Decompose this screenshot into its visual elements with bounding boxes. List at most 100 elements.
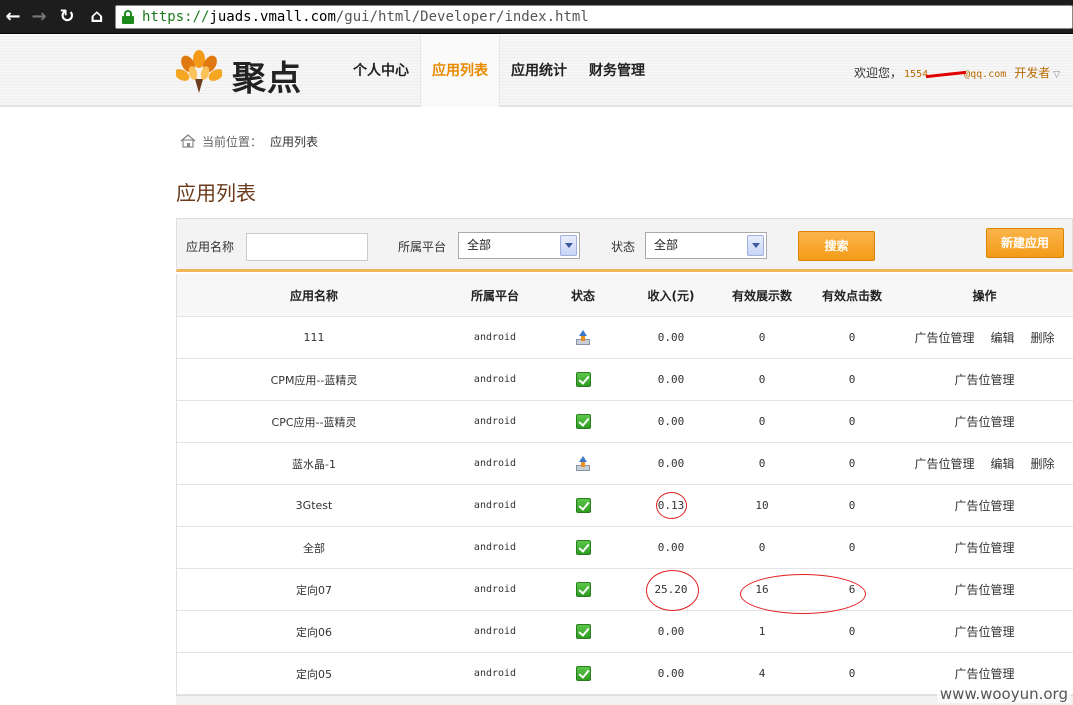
cell-impressions: 0 (758, 415, 766, 428)
cell-status (539, 485, 627, 526)
nav-item-app-list[interactable]: 应用列表 (420, 35, 500, 107)
address-bar[interactable]: https://juads.vmall.com/gui/html/Develop… (115, 5, 1073, 29)
home-icon[interactable]: ⌂ (86, 6, 108, 28)
cell-clicks: 0 (848, 373, 856, 386)
cell-income: 0.00 (657, 373, 685, 386)
cell-platform: android (473, 584, 517, 595)
cell-income: 25.20 (654, 583, 688, 596)
cell-clicks: 0 (848, 541, 856, 554)
ad-slot-manage-link[interactable]: 广告位管理 (954, 539, 1014, 556)
cell-income: 0.00 (657, 667, 685, 680)
cell-clicks: 0 (848, 415, 856, 428)
cell-platform: android (473, 416, 517, 427)
cell-platform: android (473, 458, 517, 469)
cell-status (539, 527, 627, 568)
cell-ops: 广告位管理 (895, 569, 1073, 610)
cell-ops: 广告位管理 (895, 485, 1073, 526)
cell-status (539, 443, 627, 484)
user-email[interactable]: 1554 @qq.com (904, 69, 1006, 80)
cell-platform: android (473, 668, 517, 679)
cell-ops: 广告位管理 编辑 删除 (895, 317, 1073, 358)
cell-status (539, 653, 627, 694)
platform-select[interactable]: 全部 (458, 232, 580, 259)
cell-app-name: 3Gtest (295, 499, 333, 512)
app-name-input[interactable] (246, 233, 368, 261)
breadcrumb-current: 应用列表 (270, 135, 319, 149)
ad-slot-manage-link[interactable]: 广告位管理 (954, 581, 1014, 598)
pending-upload-icon (575, 455, 591, 472)
approved-check-icon (575, 498, 591, 513)
redaction-mark (926, 70, 967, 78)
edit-link[interactable]: 编辑 (990, 455, 1014, 472)
new-app-button[interactable]: 新建应用 (986, 228, 1064, 258)
forward-arrow-icon[interactable]: → (28, 6, 50, 28)
cell-impressions: 4 (758, 667, 766, 680)
cell-ops: 广告位管理 (895, 359, 1073, 400)
dropdown-arrow-icon[interactable] (747, 235, 764, 256)
cell-app-name: 定向07 (296, 583, 332, 597)
status-select-value: 全部 (654, 238, 679, 252)
watermark: www.wooyun.org (936, 685, 1071, 703)
cell-clicks: 0 (848, 667, 856, 680)
role-menu[interactable]: 开发者 (1014, 66, 1050, 80)
cell-app-name: 定向05 (296, 667, 332, 681)
ad-slot-manage-link[interactable]: 广告位管理 (954, 665, 1014, 682)
approved-check-icon (575, 624, 591, 639)
approved-check-icon (575, 372, 591, 387)
delete-link[interactable]: 删除 (1031, 329, 1055, 346)
chevron-down-icon[interactable]: ▽ (1053, 70, 1060, 80)
cell-platform: android (473, 626, 517, 637)
table-row: 蓝水晶-1 android 0.00 0 0 广告位管理 编辑 删除 (177, 443, 1073, 485)
cell-income: 0.00 (657, 541, 685, 554)
cell-ops: 广告位管理 (895, 527, 1073, 568)
nav-item-personal-center[interactable]: 个人中心 (342, 35, 420, 107)
cell-platform: android (473, 332, 517, 343)
search-button[interactable]: 搜索 (798, 231, 875, 261)
cell-platform: android (473, 500, 517, 511)
table-row: 111 android 0.00 0 0 广告位管理 编辑 删除 (177, 317, 1073, 359)
back-arrow-icon[interactable]: ← (2, 6, 24, 28)
cell-clicks: 0 (848, 457, 856, 470)
ad-slot-manage-link[interactable]: 广告位管理 (954, 413, 1014, 430)
cell-app-name: 蓝水晶-1 (292, 457, 336, 471)
approved-check-icon (575, 414, 591, 429)
ad-slot-manage-link[interactable]: 广告位管理 (954, 497, 1014, 514)
delete-link[interactable]: 删除 (1031, 455, 1055, 472)
ad-slot-manage-link[interactable]: 广告位管理 (914, 329, 974, 346)
browser-toolbar: ← → ↻ ⌂ https://juads.vmall.com/gui/html… (0, 0, 1073, 34)
nav-item-app-stats[interactable]: 应用统计 (500, 35, 578, 107)
cell-app-name: 定向06 (296, 625, 332, 639)
table-body: 111 android 0.00 0 0 广告位管理 编辑 删除 CPM应用--蓝精灵 andro… (177, 317, 1073, 695)
user-welcome: 欢迎您， 1554 @qq.com 开发者 ▽ (854, 64, 1060, 81)
cell-clicks: 0 (848, 331, 856, 344)
platform-select-value: 全部 (467, 238, 492, 252)
cell-ops: 广告位管理 编辑 删除 (895, 443, 1073, 484)
ad-slot-manage-link[interactable]: 广告位管理 (954, 623, 1014, 640)
reload-icon[interactable]: ↻ (56, 6, 78, 28)
col-header-income: 收入(元) (647, 288, 695, 303)
table-row: CPM应用--蓝精灵 android 0.00 0 0 广告位管理 (177, 359, 1073, 401)
cell-clicks: 0 (848, 625, 856, 638)
status-select[interactable]: 全部 (645, 232, 767, 259)
home-icon (180, 134, 196, 148)
dropdown-arrow-icon[interactable] (560, 235, 577, 256)
nav-item-finance[interactable]: 财务管理 (578, 35, 656, 107)
site-header: 聚点 个人中心 应用列表 应用统计 财务管理 欢迎您， 1554 @qq.com 开发… (0, 35, 1073, 107)
logo-tree-icon (176, 50, 222, 93)
brand-name: 聚点 (232, 59, 302, 99)
cell-impressions: 1 (758, 625, 766, 638)
ad-slot-manage-link[interactable]: 广告位管理 (914, 455, 974, 472)
cell-impressions: 0 (758, 541, 766, 554)
cell-status (539, 569, 627, 610)
cell-ops: 广告位管理 (895, 611, 1073, 652)
cell-clicks: 6 (848, 583, 856, 596)
secure-lock-icon (122, 10, 134, 24)
approved-check-icon (575, 540, 591, 555)
ad-slot-manage-link[interactable]: 广告位管理 (954, 371, 1014, 388)
site-logo[interactable]: 聚点 (176, 47, 316, 99)
cell-app-name: CPC应用--蓝精灵 (271, 415, 357, 429)
cell-income: 0.00 (657, 331, 685, 344)
main-nav: 个人中心 应用列表 应用统计 财务管理 (342, 35, 656, 107)
edit-link[interactable]: 编辑 (990, 329, 1014, 346)
cell-platform: android (473, 542, 517, 553)
